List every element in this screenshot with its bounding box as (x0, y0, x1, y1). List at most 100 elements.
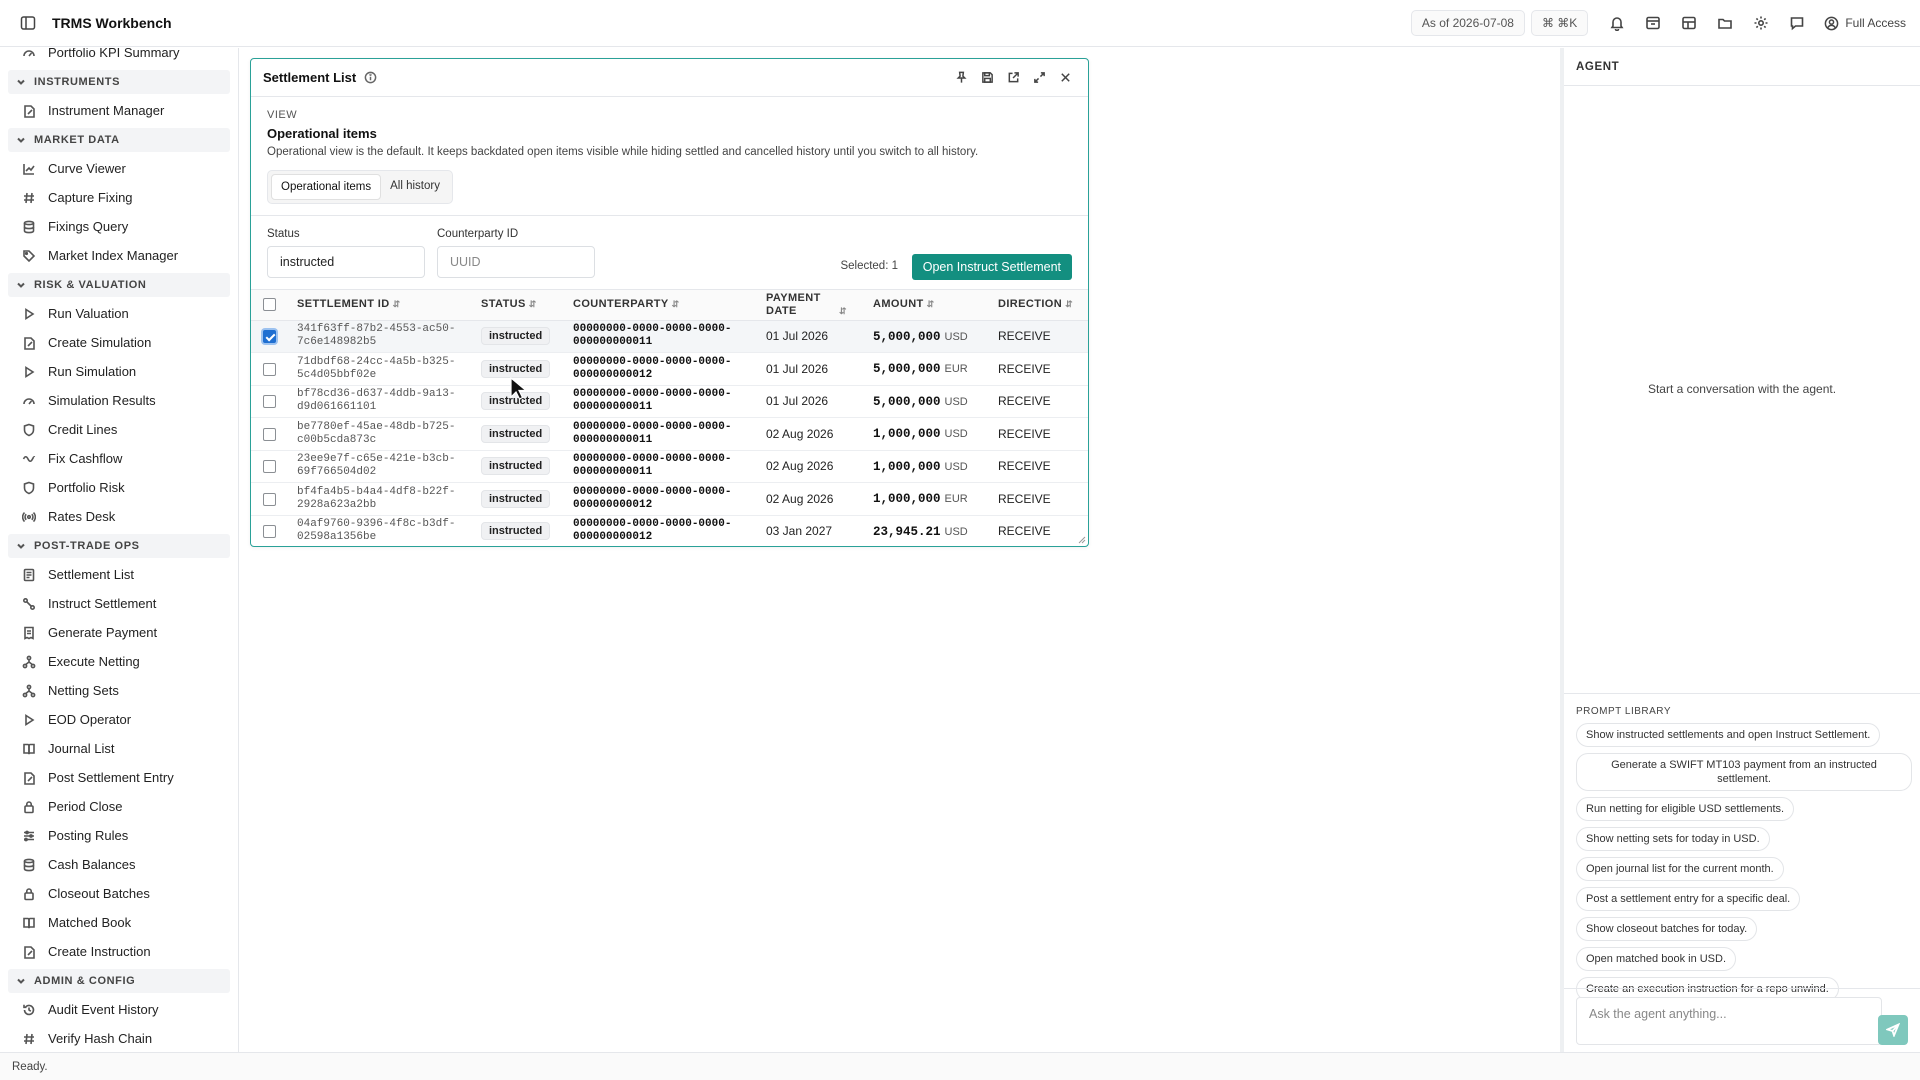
full-access-indicator[interactable]: Full Access (1824, 16, 1906, 31)
external-link-icon[interactable] (1002, 67, 1024, 89)
row-checkbox[interactable] (263, 362, 276, 376)
sidebar-section-risk-valuation[interactable]: RISK & VALUATION (8, 273, 230, 297)
sidebar-item-fix-cashflow[interactable]: Fix Cashflow (0, 444, 238, 473)
prompt-chip[interactable]: Show closeout batches for today. (1576, 917, 1758, 941)
table-row[interactable]: 71dbdf68-24cc-4a5b-b325- 5c4d05bbf02e inst… (251, 352, 1088, 386)
sidebar-item-curve-viewer[interactable]: Curve Viewer (0, 154, 238, 183)
counterparty-id: 00000000-0000-0000-0000- 000000000012 (573, 355, 732, 381)
agent-empty-state: Start a conversation with the agent. (1647, 382, 1837, 396)
close-icon[interactable] (1054, 67, 1076, 89)
row-checkbox[interactable] (263, 395, 276, 409)
table-row[interactable]: 341f63ff-87b2-4553-ac50- 7c6e148982b5 inst… (251, 320, 1088, 353)
column-header-amount[interactable]: AMOUNT ⇵ (867, 290, 992, 321)
as-of-date[interactable]: As of 2026-07-08 (1410, 10, 1525, 36)
sidebar-item-instruct-settlement[interactable]: Instruct Settlement (0, 589, 238, 618)
sidebar-item-closeout-batches[interactable]: Closeout Batches (0, 879, 238, 908)
sidebar-item-verify-hash-chain[interactable]: Verify Hash Chain (0, 1024, 238, 1052)
sidebar-item-rates-desk[interactable]: Rates Desk (0, 502, 238, 531)
sidebar-item-capture-fixing[interactable]: Capture Fixing (0, 183, 238, 212)
chat-icon[interactable] (1782, 9, 1812, 37)
counterparty-id: 00000000-0000-0000-0000- 000000000012 (573, 518, 732, 544)
sidebar-item-instrument-manager[interactable]: Instrument Manager (0, 96, 238, 125)
row-checkbox[interactable] (263, 330, 276, 344)
prompt-chip[interactable]: Generate a SWIFT MT103 payment from an i… (1576, 753, 1912, 791)
chevron-down-icon (16, 77, 26, 87)
column-header-direction[interactable]: DIRECTION ⇵ (992, 290, 1088, 321)
resize-handle-icon[interactable] (1078, 536, 1086, 544)
counterparty-input[interactable] (437, 246, 595, 278)
tab-all-history[interactable]: All history (381, 174, 449, 200)
command-palette-button[interactable]: ⌘ ⌘K (1530, 10, 1589, 36)
sidebar-item-portfolio-risk[interactable]: Portfolio Risk (0, 473, 238, 502)
sidebar-item-post-settlement-entry[interactable]: Post Settlement Entry (0, 763, 238, 792)
sidebar-section-post-trade-ops[interactable]: POST-TRADE OPS (8, 534, 230, 558)
prompt-chip[interactable]: Open journal list for the current month. (1576, 857, 1784, 881)
column-header-status[interactable]: STATUS ⇵ (475, 290, 567, 321)
sidebar-item-label: Create Instruction (48, 944, 151, 959)
column-header-payment-date[interactable]: PAYMENT DATE ⇵ (760, 290, 867, 321)
folder-icon[interactable] (1710, 9, 1740, 37)
hash-icon (22, 191, 36, 205)
sidebar-item-netting-sets[interactable]: Netting Sets (0, 676, 238, 705)
sidebar-item-cash-balances[interactable]: Cash Balances (0, 850, 238, 879)
sidebar-item-create-instruction[interactable]: Create Instruction (0, 937, 238, 966)
app-title: TRMS Workbench (52, 15, 172, 31)
sidebar-item-fixings-query[interactable]: Fixings Query (0, 212, 238, 241)
info-icon[interactable] (364, 71, 377, 84)
prompt-chip[interactable]: Open matched book in USD. (1576, 947, 1737, 971)
prompt-chip[interactable]: Show netting sets for today in USD. (1576, 827, 1770, 851)
sidebar-item-credit-lines[interactable]: Credit Lines (0, 415, 238, 444)
sidebar-item-eod-operator[interactable]: EOD Operator (0, 705, 238, 734)
sidebar-item-run-valuation[interactable]: Run Valuation (0, 299, 238, 328)
view-title: Operational items (267, 126, 377, 141)
select-all-checkbox[interactable] (263, 298, 276, 312)
sidebar-item-run-simulation[interactable]: Run Simulation (0, 357, 238, 386)
sidebar-section-market-data[interactable]: MARKET DATA (8, 128, 230, 152)
column-header-counterparty[interactable]: COUNTERPARTY ⇵ (567, 290, 760, 321)
sidebar-section-instruments[interactable]: INSTRUMENTS (8, 70, 230, 94)
archive-icon[interactable] (1638, 9, 1668, 37)
agent-input[interactable] (1576, 997, 1882, 1045)
sidebar-item-posting-rules[interactable]: Posting Rules (0, 821, 238, 850)
layout-icon[interactable] (1674, 9, 1704, 37)
tab-operational-items[interactable]: Operational items (271, 174, 382, 200)
table-row[interactable]: bf4fa4b5-b4a4-4df8-b22f- 2928a623a2bb inst… (251, 482, 1088, 516)
column-header-settlement-id[interactable]: SETTLEMENT ID ⇵ (291, 290, 475, 321)
row-checkbox[interactable] (263, 460, 276, 474)
sidebar-section-admin-config[interactable]: ADMIN & CONFIG (8, 969, 230, 993)
table-row[interactable]: 04af9760-9396-4f8c-b3df- 02598a1356be inst… (251, 515, 1088, 546)
sidebar-item-create-simulation[interactable]: Create Simulation (0, 328, 238, 357)
currency-code: USD (944, 330, 968, 343)
sidebar-item-audit-event-history[interactable]: Audit Event History (0, 995, 238, 1024)
sidebar-item-journal-list[interactable]: Journal List (0, 734, 238, 763)
sidebar-item-label: Simulation Results (48, 393, 156, 408)
open-instruct-settlement-button[interactable]: Open Instruct Settlement (911, 254, 1072, 280)
sidebar-item-settlement-list[interactable]: Settlement List (0, 560, 238, 589)
pin-icon[interactable] (950, 67, 972, 89)
gear-icon[interactable] (1746, 9, 1776, 37)
sidebar-item-period-close[interactable]: Period Close (0, 792, 238, 821)
prompt-chip[interactable]: Show instructed settlements and open Ins… (1576, 723, 1881, 747)
sidebar-item-simulation-results[interactable]: Simulation Results (0, 386, 238, 415)
sidebar-item-matched-book[interactable]: Matched Book (0, 908, 238, 937)
row-checkbox[interactable] (263, 525, 276, 539)
sidebar-item-label: Cash Balances (48, 857, 136, 872)
sidebar-toggle-icon[interactable] (14, 9, 42, 37)
table-row[interactable]: 23ee9e7f-c65e-421e-b3cb- 69f766504d02 inst… (251, 450, 1088, 483)
row-checkbox[interactable] (263, 492, 276, 506)
save-icon[interactable] (976, 67, 998, 89)
sidebar-item-market-index-manager[interactable]: Market Index Manager (0, 241, 238, 270)
bell-icon[interactable] (1602, 9, 1632, 37)
prompt-chip[interactable]: Post a settlement entry for a specific d… (1576, 887, 1801, 911)
prompt-chip[interactable]: Run netting for eligible USD settlements… (1576, 797, 1795, 821)
status-input[interactable] (267, 246, 425, 278)
sidebar-item-execute-netting[interactable]: Execute Netting (0, 647, 238, 676)
table-row[interactable]: be7780ef-45ae-48db-b725- c00b5cda873c inst… (251, 417, 1088, 451)
row-checkbox[interactable] (263, 427, 276, 441)
direction: RECEIVE (992, 450, 1088, 483)
sidebar-item-generate-payment[interactable]: Generate Payment (0, 618, 238, 647)
expand-icon[interactable] (1028, 67, 1050, 89)
table-row[interactable]: bf78cd36-d637-4ddb-9a13- d9d061661101 inst… (251, 385, 1088, 418)
send-button[interactable] (1878, 1015, 1908, 1045)
sidebar-item-portfolio-kpi-summary[interactable]: Portfolio KPI Summary (0, 48, 238, 67)
